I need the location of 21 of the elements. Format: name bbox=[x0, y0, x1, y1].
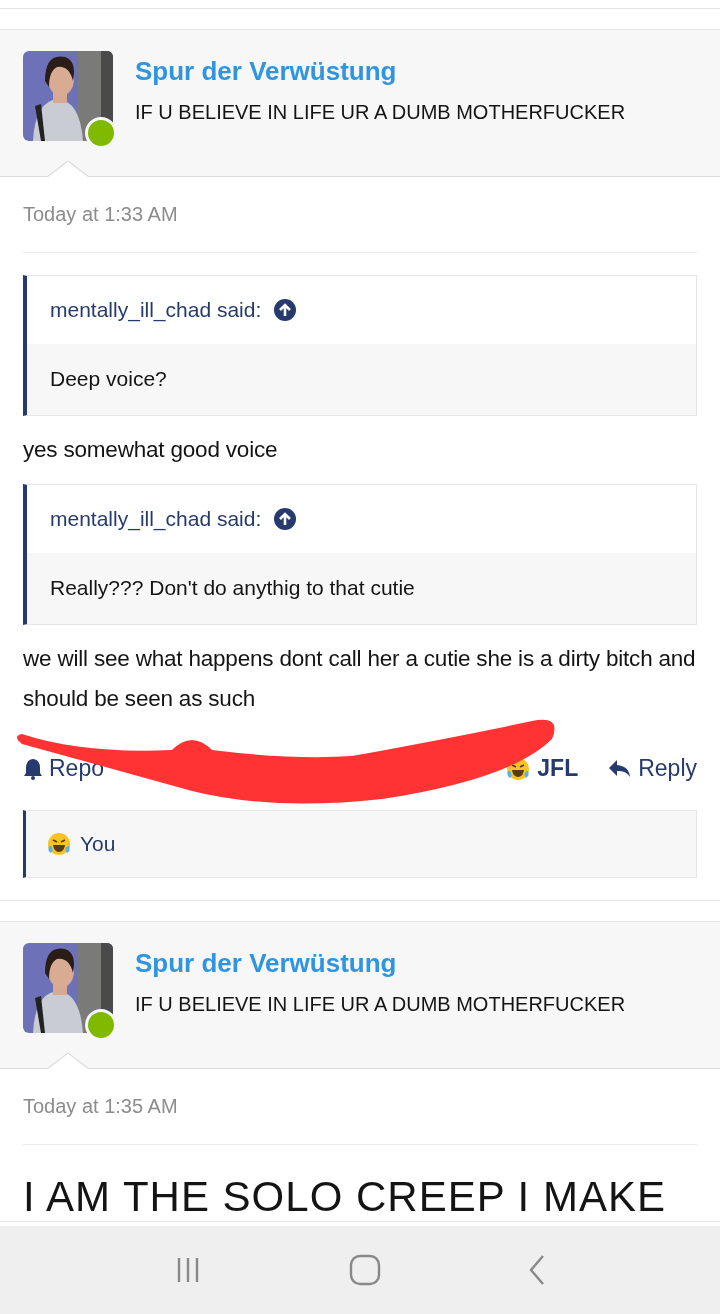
back-icon[interactable] bbox=[528, 1254, 547, 1286]
arrow-up-circle-icon[interactable] bbox=[273, 507, 298, 531]
home-icon[interactable] bbox=[349, 1254, 381, 1286]
arrow-up-circle-icon[interactable] bbox=[273, 298, 298, 322]
user-title: IF U BELIEVE IN LIFE UR A DUMB MOTHERFUCKER bbox=[135, 101, 626, 124]
post-time: Today at 1:33 AM bbox=[23, 177, 697, 253]
bell-icon bbox=[23, 757, 43, 780]
report-link[interactable]: Repo bbox=[23, 755, 104, 782]
post-text: we will see what happens dont call her a cutie she is a dirty bitch and should be seen as such bbox=[23, 645, 697, 713]
post-text: yes somewhat good voice bbox=[23, 436, 279, 464]
laughing-emoji-icon bbox=[46, 831, 72, 857]
post-text: I AM THE SOLO CREEP I MAKE bbox=[23, 1172, 667, 1221]
quote-attribution: mentally_ill_chad said: bbox=[50, 507, 262, 531]
quote-text: Deep voice? bbox=[27, 344, 696, 415]
user-title: IF U BELIEVE IN LIFE UR A DUMB MOTHERFUCKER bbox=[135, 993, 626, 1016]
quote-attribution: mentally_ill_chad said: bbox=[50, 298, 262, 322]
reaction-user-link[interactable]: You bbox=[80, 832, 116, 856]
reply-arrow-icon bbox=[608, 758, 633, 779]
quote-text: Really??? Don't do anythig to that cutie bbox=[27, 553, 696, 624]
reply-link[interactable]: Reply bbox=[608, 755, 697, 782]
post-time: Today at 1:35 AM bbox=[23, 1069, 697, 1145]
